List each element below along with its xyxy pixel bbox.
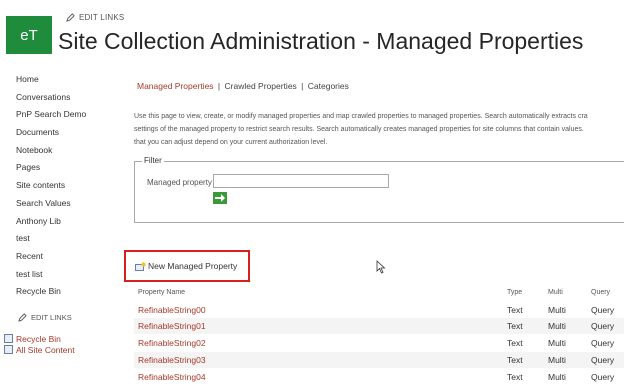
tab-separator: | <box>301 81 304 91</box>
nav-item-test[interactable]: test <box>16 232 116 250</box>
recycle-bin-icon <box>4 334 13 343</box>
query-cell: Query <box>591 305 615 315</box>
filter-fieldset <box>134 161 624 223</box>
new-managed-property-label: New Managed Property <box>148 261 238 271</box>
pencil-icon <box>66 13 75 22</box>
property-name-cell[interactable]: RefinableString02 <box>138 338 206 348</box>
nav-item-search-values[interactable]: Search Values <box>16 197 116 215</box>
edit-links-nav-label: EDIT LINKS <box>31 313 72 322</box>
multi-cell: Multi <box>548 321 566 331</box>
multi-cell: Multi <box>548 305 566 315</box>
property-name-cell[interactable]: RefinableString00 <box>138 305 206 315</box>
type-cell: Text <box>507 372 523 382</box>
edit-links-top[interactable]: EDIT LINKS <box>66 13 124 22</box>
arrow-right-icon <box>215 194 225 202</box>
recycle-bin-link[interactable]: Recycle Bin <box>4 333 75 344</box>
property-name-cell[interactable]: RefinableString04 <box>138 372 206 382</box>
query-cell: Query <box>591 321 615 331</box>
query-cell: Query <box>591 372 615 382</box>
page-description: Use this page to view, create, or modify… <box>134 110 624 149</box>
property-name-cell[interactable]: RefinableString01 <box>138 321 206 331</box>
type-cell: Text <box>507 338 523 348</box>
description-line: that you can adjust depend on your curre… <box>134 139 328 146</box>
filter-go-button[interactable] <box>213 192 227 204</box>
mouse-cursor-icon <box>376 260 386 274</box>
multi-cell: Multi <box>548 372 566 382</box>
page-title: Site Collection Administration - Managed… <box>58 28 584 54</box>
column-header-type[interactable]: Type <box>507 289 522 296</box>
nav-item-notebook[interactable]: Notebook <box>16 144 116 162</box>
quick-links: Recycle Bin All Site Content <box>4 333 75 355</box>
nav-item-recent[interactable]: Recent <box>16 250 116 268</box>
column-header-property-name[interactable]: Property Name <box>138 289 185 296</box>
new-property-icon <box>135 261 146 271</box>
tab-managed-properties[interactable]: Managed Properties <box>137 81 214 91</box>
description-line: settings of the managed property to rest… <box>134 126 584 133</box>
multi-cell: Multi <box>548 355 566 365</box>
nav-item-conversations[interactable]: Conversations <box>16 91 116 109</box>
column-header-multi[interactable]: Multi <box>548 289 563 296</box>
description-line: Use this page to view, create, or modify… <box>134 113 588 120</box>
tab-separator: | <box>217 81 221 91</box>
nav-item-site-contents[interactable]: Site contents <box>16 179 116 197</box>
tab-crawled-properties[interactable]: Crawled Properties <box>225 81 297 91</box>
site-content-icon <box>4 345 13 354</box>
nav-item-pages[interactable]: Pages <box>16 161 116 179</box>
managed-property-label: Managed property <box>147 178 212 187</box>
new-managed-property-link[interactable]: New Managed Property <box>135 261 237 271</box>
type-cell: Text <box>507 355 523 365</box>
property-name-cell[interactable]: RefinableString03 <box>138 355 206 365</box>
multi-cell: Multi <box>548 338 566 348</box>
nav-item-home[interactable]: Home <box>16 73 116 91</box>
quick-launch: Home Conversations PnP Search Demo Docum… <box>16 73 116 303</box>
type-cell: Text <box>507 305 523 315</box>
all-site-content-label: All Site Content <box>16 344 75 355</box>
nav-item-documents[interactable]: Documents <box>16 126 116 144</box>
edit-links-label: EDIT LINKS <box>79 13 125 22</box>
nav-item-pnp-search-demo[interactable]: PnP Search Demo <box>16 108 116 126</box>
recycle-bin-link-label: Recycle Bin <box>16 333 61 344</box>
nav-item-anthony-lib[interactable]: Anthony Lib <box>16 215 116 233</box>
query-cell: Query <box>591 338 615 348</box>
filter-legend: Filter <box>142 156 164 165</box>
type-cell: Text <box>507 321 523 331</box>
tab-categories[interactable]: Categories <box>308 81 349 91</box>
column-header-query[interactable]: Query <box>591 289 610 296</box>
nav-item-test-list[interactable]: test list <box>16 268 116 286</box>
site-logo[interactable]: eT <box>6 16 52 54</box>
all-site-content-link[interactable]: All Site Content <box>4 344 75 355</box>
edit-links-nav[interactable]: EDIT LINKS <box>18 313 72 322</box>
property-tabs: Managed Properties | Crawled Properties … <box>137 81 349 91</box>
query-cell: Query <box>591 355 615 365</box>
nav-item-recycle-bin[interactable]: Recycle Bin <box>16 285 116 303</box>
pencil-icon <box>18 313 27 322</box>
managed-property-input[interactable] <box>213 174 389 188</box>
